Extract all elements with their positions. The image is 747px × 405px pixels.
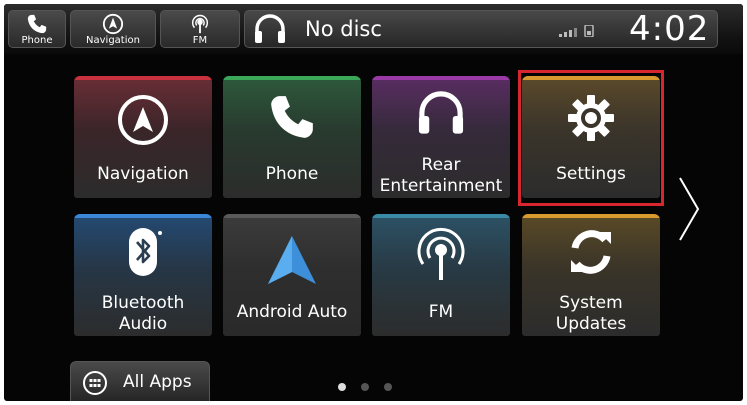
phone-icon	[27, 14, 47, 34]
phone-shortcut-label: Phone	[21, 35, 53, 46]
tile-label: Bluetooth Audio	[101, 293, 185, 334]
status-bar: Phone Navigation FM No disc 4:02	[4, 4, 743, 54]
chevron-right-icon[interactable]	[676, 176, 702, 242]
phone-shortcut-button[interactable]: Phone	[8, 10, 66, 48]
fm-shortcut-label: FM	[192, 35, 208, 46]
antenna-icon	[417, 227, 465, 280]
tile-accent-bar	[223, 214, 361, 218]
navigation-tile[interactable]: Navigation	[74, 76, 212, 198]
fm-shortcut-button[interactable]: FM	[160, 10, 240, 48]
tile-label: System Updates	[555, 293, 627, 334]
page-dot[interactable]	[361, 383, 369, 391]
page-indicator	[338, 376, 407, 395]
phone-tile[interactable]: Phone	[223, 76, 361, 198]
phone-icon	[271, 96, 313, 138]
clock: 4:02	[629, 9, 710, 49]
rear-entertainment-tile[interactable]: Rear Entertainment	[372, 76, 510, 198]
fm-tile[interactable]: FM	[372, 214, 510, 336]
tile-label: Rear Entertainment	[379, 155, 503, 196]
bluetooth-audio-tile[interactable]: Bluetooth Audio	[74, 214, 212, 336]
tile-accent-bar	[74, 76, 212, 80]
android-auto-tile[interactable]: Android Auto	[223, 214, 361, 336]
headphones-icon	[255, 14, 285, 43]
all-apps-label: All Apps	[123, 372, 192, 392]
navigation-shortcut-label: Navigation	[86, 35, 140, 46]
phone-signal-icon	[559, 25, 594, 37]
tile-accent-bar	[522, 214, 660, 218]
compass-icon	[102, 13, 124, 35]
tile-label: Navigation	[97, 164, 189, 184]
compass-icon	[118, 95, 168, 145]
tile-accent-bar	[372, 214, 510, 218]
tile-accent-bar	[74, 214, 212, 218]
headphones-icon	[418, 91, 464, 134]
all-apps-button[interactable]: All Apps	[70, 361, 210, 401]
bluetooth-icon	[129, 228, 162, 276]
tile-accent-bar	[372, 76, 510, 80]
audio-source-text: No disc	[305, 17, 382, 41]
system-updates-tile[interactable]: System Updates	[522, 214, 660, 336]
audio-source-display[interactable]: No disc 4:02	[244, 9, 718, 49]
grid-icon	[83, 371, 107, 395]
page-dot-active[interactable]	[338, 383, 346, 391]
tile-label: Android Auto	[236, 302, 348, 322]
android-auto-icon	[268, 236, 316, 284]
head-unit-screen: Phone Navigation FM No disc 4:02 Navigat…	[4, 4, 743, 401]
tile-label: FM	[428, 302, 454, 322]
antenna-icon	[191, 14, 209, 34]
settings-highlight-box	[518, 70, 664, 206]
refresh-icon	[571, 230, 611, 274]
navigation-shortcut-button[interactable]: Navigation	[70, 10, 156, 48]
tile-label: Phone	[265, 164, 319, 184]
tile-accent-bar	[223, 76, 361, 80]
page-dot[interactable]	[384, 383, 392, 391]
